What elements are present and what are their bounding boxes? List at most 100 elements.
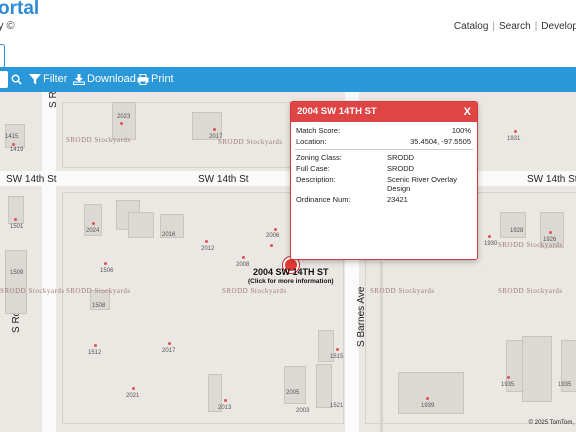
- parcel-point[interactable]: [549, 231, 552, 234]
- zone-label: SRODD Stockyards: [66, 136, 131, 144]
- search-icon[interactable]: [11, 67, 24, 92]
- address-label: 2005: [286, 390, 300, 396]
- address-label: 2006: [266, 233, 280, 239]
- building: [522, 336, 552, 402]
- parcel-point[interactable]: [242, 256, 245, 259]
- parcel-point[interactable]: [488, 235, 491, 238]
- description-label: Description:: [296, 175, 336, 184]
- address-label: 1509: [10, 270, 24, 276]
- address-label: 2013: [218, 405, 232, 411]
- filter-button[interactable]: Filter: [29, 67, 67, 92]
- building: [5, 250, 27, 314]
- location-value: 35.4504, -97.5505: [410, 137, 471, 146]
- address-label: 1512: [88, 350, 102, 356]
- parcel-point[interactable]: [205, 240, 208, 243]
- address-label: 2012: [201, 246, 215, 252]
- print-button[interactable]: Print: [137, 67, 174, 92]
- zone-label: SRODD Stockyards: [0, 287, 65, 295]
- match-score-value: 100%: [451, 126, 471, 135]
- street-rockwood: [42, 92, 56, 432]
- zone-label: SRODD Stockyards: [218, 138, 283, 146]
- parcel-point[interactable]: [426, 397, 429, 400]
- top-nav: Catalog | Search | Develop: [453, 21, 576, 32]
- nav-search-link[interactable]: Search: [499, 21, 531, 32]
- selected-address-hint[interactable]: (Click for more information): [248, 278, 334, 285]
- zone-label: SRODD Stockyards: [370, 287, 435, 295]
- print-icon: [137, 73, 149, 85]
- address-label: 1935: [501, 382, 515, 388]
- parcel-point[interactable]: [120, 122, 123, 125]
- address-label: 2023: [117, 114, 131, 120]
- street-label-sw14-right: SW 14th St: [527, 174, 576, 185]
- zone-label: SRODD Stockyards: [66, 287, 131, 295]
- parcel-point[interactable]: [507, 376, 510, 379]
- download-icon: [73, 73, 85, 85]
- portal-logo[interactable]: ortal: [0, 0, 39, 20]
- nav-catalog-link[interactable]: Catalog: [454, 21, 488, 32]
- print-label: Print: [151, 73, 174, 85]
- nav-develop-link[interactable]: Develop: [541, 21, 576, 32]
- parcel-point[interactable]: [270, 244, 273, 247]
- address-label: 1928: [510, 228, 524, 234]
- address-label: 1501: [10, 224, 24, 230]
- building: [500, 212, 526, 238]
- parcel-point[interactable]: [94, 344, 97, 347]
- building: [112, 102, 136, 140]
- description-value: Scenic River Overlay Design: [387, 175, 458, 193]
- parcel-point[interactable]: [104, 262, 107, 265]
- parcel-point[interactable]: [92, 222, 95, 225]
- popup-close-button[interactable]: X: [464, 102, 471, 122]
- download-label: Download: [87, 73, 136, 85]
- filter-label: Filter: [43, 73, 68, 85]
- zone-label: SRODD Stockyards: [222, 287, 287, 295]
- ordinance-value: 23421: [387, 195, 408, 204]
- page-header: ortal y © Catalog | Search | Develop: [0, 0, 576, 68]
- address-label: 1521: [330, 403, 344, 409]
- address-label: 1931: [507, 136, 521, 142]
- logo-subtitle: y ©: [0, 20, 15, 32]
- map-attribution[interactable]: © 2025 TomTom,: [529, 420, 574, 426]
- full-case-value: SRODD: [387, 164, 415, 173]
- map-canvas[interactable]: SW 14th St SW 14th St SW 14th St S Rockw…: [0, 92, 576, 432]
- popup-title: 2004 SW 14TH ST: [297, 106, 377, 117]
- address-label: 1415: [5, 134, 19, 140]
- parcel-info-popup: 2004 SW 14TH ST X Match Score: 100% Loca…: [290, 101, 478, 260]
- search-box[interactable]: [0, 71, 8, 88]
- parcel-point[interactable]: [12, 143, 15, 146]
- popup-divider: [295, 149, 473, 150]
- address-label: 1508: [92, 303, 106, 309]
- building: [128, 212, 154, 238]
- parcel-point[interactable]: [514, 130, 517, 133]
- selected-address-label[interactable]: 2004 SW 14TH ST: [253, 267, 329, 277]
- address-label: 1930: [484, 241, 498, 247]
- filter-icon: [29, 73, 41, 85]
- parcel-point[interactable]: [168, 342, 171, 345]
- parcel-point[interactable]: [14, 218, 17, 221]
- parcel-point[interactable]: [224, 399, 227, 402]
- address-label: 2017: [209, 134, 223, 140]
- address-label: 2016: [162, 232, 176, 238]
- address-label: 2021: [126, 393, 140, 399]
- parcel-point[interactable]: [336, 348, 339, 351]
- address-label: 1506: [100, 268, 114, 274]
- map-toolbar: Filter Download Print: [0, 67, 576, 92]
- download-button[interactable]: Download: [73, 67, 136, 92]
- zoning-class-value: SRODD: [387, 153, 415, 162]
- parcel-point[interactable]: [274, 228, 277, 231]
- address-search-input[interactable]: [0, 44, 5, 68]
- location-label: Location:: [296, 137, 327, 146]
- street-sw-14th: [0, 171, 576, 186]
- ordinance-label: Ordinance Num:: [296, 195, 351, 204]
- zoning-class-label: Zoning Class:: [296, 153, 342, 162]
- full-case-label: Full Case:: [296, 164, 330, 173]
- popup-header: 2004 SW 14TH ST X: [291, 102, 477, 122]
- street-label-partial: S R: [48, 92, 59, 108]
- parcel-point[interactable]: [132, 387, 135, 390]
- street-label-sw14-mid: SW 14th St: [198, 174, 249, 185]
- street-label-sw14-left: SW 14th St: [6, 174, 57, 185]
- address-label: 1935: [558, 382, 572, 388]
- address-label: 2008: [236, 262, 250, 268]
- parcel-point[interactable]: [213, 128, 216, 131]
- address-label: 2003: [296, 408, 310, 414]
- address-label: 1419: [10, 147, 24, 153]
